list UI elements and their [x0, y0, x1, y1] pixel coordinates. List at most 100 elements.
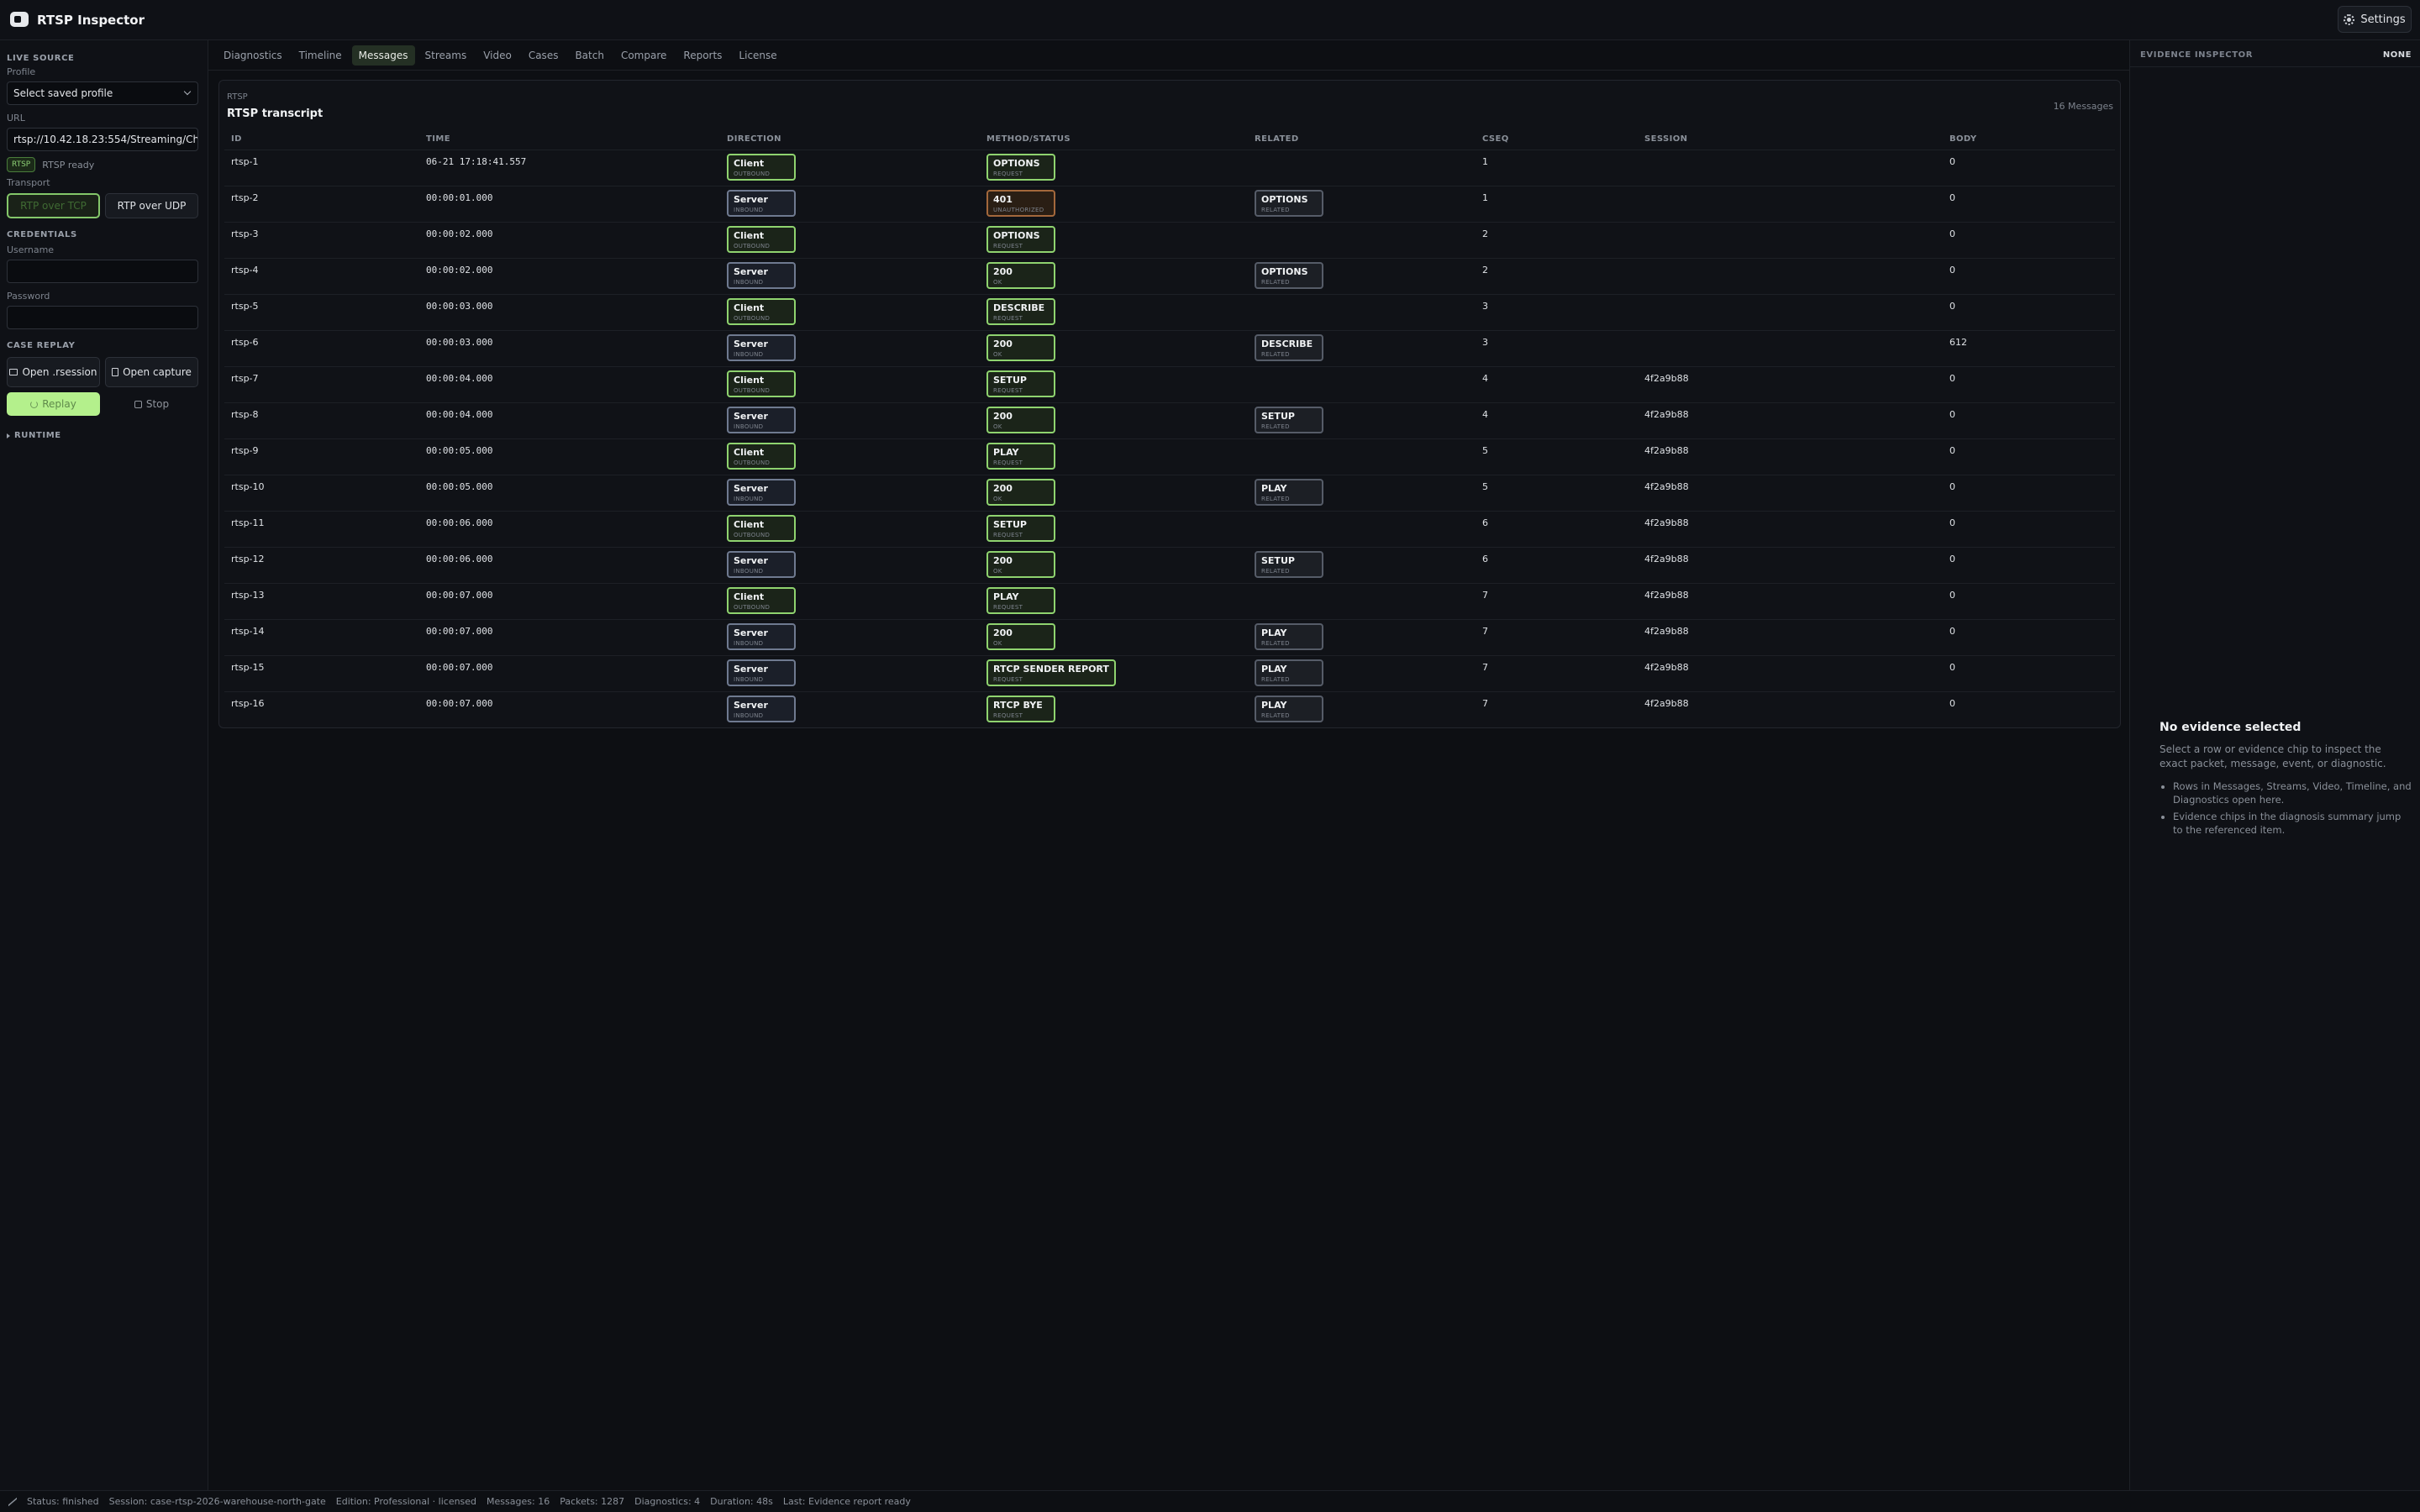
column-header-related[interactable]: RELATED: [1255, 134, 1299, 144]
username-field[interactable]: [7, 260, 198, 283]
method-status-chip[interactable]: OPTIONS REQUEST: [986, 226, 1055, 253]
related-chip[interactable]: SETUP RELATED: [1255, 551, 1323, 578]
method-status-chip[interactable]: 200 OK: [986, 623, 1055, 650]
password-field[interactable]: [7, 306, 198, 329]
transport-tcp-button[interactable]: RTP over TCP: [7, 193, 100, 218]
table-row[interactable]: rtsp-4 00:00:02.000 Server INBOUND 200 OK OPTI…: [224, 258, 2115, 294]
method-status-chip[interactable]: PLAY REQUEST: [986, 587, 1055, 614]
method-status-chip[interactable]: PLAY REQUEST: [986, 443, 1055, 470]
stop-button[interactable]: Stop: [105, 392, 198, 416]
related-chip[interactable]: SETUP RELATED: [1255, 407, 1323, 433]
direction-chip[interactable]: Server INBOUND: [727, 190, 796, 217]
method-status-chip[interactable]: 200 OK: [986, 334, 1055, 361]
column-header-method-status[interactable]: METHOD/STATUS: [986, 134, 1071, 144]
direction-chip[interactable]: Server INBOUND: [727, 623, 796, 650]
tab-diagnostics[interactable]: Diagnostics: [217, 45, 289, 66]
table-row[interactable]: rtsp-8 00:00:04.000 Server INBOUND 200 OK SETU…: [224, 402, 2115, 438]
table-row[interactable]: rtsp-7 00:00:04.000 Client OUTBOUND SETUP REQ…: [224, 366, 2115, 402]
runtime-toggle[interactable]: RUNTIME: [7, 431, 201, 440]
column-header-time[interactable]: TIME: [426, 134, 450, 144]
table-row[interactable]: rtsp-5 00:00:03.000 Client OUTBOUND DESCRIBE…: [224, 294, 2115, 330]
method-status-chip[interactable]: 401 UNAUTHORIZED: [986, 190, 1055, 217]
column-header-body[interactable]: BODY: [1949, 134, 1977, 144]
method-status-chip[interactable]: 200 OK: [986, 551, 1055, 578]
method-status-chip[interactable]: 200 OK: [986, 479, 1055, 506]
related-chip[interactable]: PLAY RELATED: [1255, 479, 1323, 506]
related-chip[interactable]: PLAY RELATED: [1255, 623, 1323, 650]
table-row[interactable]: rtsp-2 00:00:01.000 Server INBOUND 401 UNAUTH…: [224, 186, 2115, 222]
method-status-label: 200: [993, 339, 1013, 349]
row-session: 4f2a9b88: [1644, 698, 1689, 709]
transport-udp-button[interactable]: RTP over UDP: [105, 193, 198, 218]
table-row[interactable]: rtsp-14 00:00:07.000 Server INBOUND 200 OK PLA…: [224, 619, 2115, 655]
table-row[interactable]: rtsp-1 06-21 17:18:41.557 Client OUTBOUND OP…: [224, 150, 2115, 186]
direction-chip[interactable]: Server INBOUND: [727, 334, 796, 361]
direction-chip[interactable]: Client OUTBOUND: [727, 587, 796, 614]
direction-chip[interactable]: Client OUTBOUND: [727, 226, 796, 253]
method-status-chip[interactable]: RTCP BYE REQUEST: [986, 696, 1055, 722]
direction-label: Client: [734, 230, 765, 241]
direction-chip[interactable]: Client OUTBOUND: [727, 298, 796, 325]
method-status-chip[interactable]: DESCRIBE REQUEST: [986, 298, 1055, 325]
direction-chip[interactable]: Client OUTBOUND: [727, 443, 796, 470]
table-row[interactable]: rtsp-10 00:00:05.000 Server INBOUND 200 OK PLA…: [224, 475, 2115, 511]
related-chip[interactable]: PLAY RELATED: [1255, 659, 1323, 686]
tab-compare[interactable]: Compare: [614, 45, 673, 66]
tab-messages[interactable]: Messages: [351, 45, 415, 66]
edition-text: Edition: Professional · licensed: [335, 1496, 477, 1507]
method-status-chip[interactable]: RTCP SENDER REPORT REQUEST: [986, 659, 1116, 686]
open-capture-button[interactable]: Open capture: [105, 357, 198, 387]
table-row[interactable]: rtsp-3 00:00:02.000 Client OUTBOUND OPTIONS R…: [224, 222, 2115, 258]
direction-sub: INBOUND: [734, 207, 764, 213]
replay-button[interactable]: Replay: [7, 392, 100, 416]
direction-chip[interactable]: Client OUTBOUND: [727, 515, 796, 542]
method-status-chip[interactable]: SETUP REQUEST: [986, 370, 1055, 397]
column-header-session[interactable]: SESSION: [1644, 134, 1687, 144]
direction-chip[interactable]: Server INBOUND: [727, 659, 796, 686]
table-row[interactable]: rtsp-6 00:00:03.000 Server INBOUND 200 OK DESC…: [224, 330, 2115, 366]
related-chip[interactable]: OPTIONS RELATED: [1255, 190, 1323, 217]
direction-chip[interactable]: Server INBOUND: [727, 696, 796, 722]
table-row[interactable]: rtsp-16 00:00:07.000 Server INBOUND RTCP BYE…: [224, 691, 2115, 727]
related-chip[interactable]: DESCRIBE RELATED: [1255, 334, 1323, 361]
tab-timeline[interactable]: Timeline: [292, 45, 349, 66]
tab-cases[interactable]: Cases: [522, 45, 566, 66]
direction-chip[interactable]: Server INBOUND: [727, 262, 796, 289]
direction-chip[interactable]: Client OUTBOUND: [727, 154, 796, 181]
tab-batch[interactable]: Batch: [568, 45, 611, 66]
method-status-chip[interactable]: OPTIONS REQUEST: [986, 154, 1055, 181]
method-status-chip[interactable]: SETUP REQUEST: [986, 515, 1055, 542]
direction-chip[interactable]: Server INBOUND: [727, 479, 796, 506]
tab-reports[interactable]: Reports: [676, 45, 729, 66]
column-header-id[interactable]: ID: [231, 134, 242, 144]
direction-sub: INBOUND: [734, 423, 764, 430]
row-body-length: 0: [1949, 301, 1955, 312]
table-row[interactable]: rtsp-11 00:00:06.000 Client OUTBOUND SETUP RE…: [224, 511, 2115, 547]
related-chip[interactable]: PLAY RELATED: [1255, 696, 1323, 722]
related-chip[interactable]: OPTIONS RELATED: [1255, 262, 1323, 289]
tab-license[interactable]: License: [732, 45, 783, 66]
column-header-direction[interactable]: DIRECTION: [727, 134, 781, 144]
tab-video[interactable]: Video: [476, 45, 518, 66]
settings-button[interactable]: Settings: [2338, 6, 2412, 33]
table-row[interactable]: rtsp-9 00:00:05.000 Client OUTBOUND PLAY REQU…: [224, 438, 2115, 475]
table-row[interactable]: rtsp-12 00:00:06.000 Server INBOUND 200 OK SET…: [224, 547, 2115, 583]
direction-chip[interactable]: Server INBOUND: [727, 551, 796, 578]
column-header-cseq[interactable]: CSEQ: [1482, 134, 1509, 144]
inspector-state: NONE: [2382, 50, 2412, 60]
direction-chip[interactable]: Client OUTBOUND: [727, 370, 796, 397]
direction-sub: OUTBOUND: [734, 459, 771, 466]
method-status-chip[interactable]: 200 OK: [986, 407, 1055, 433]
direction-chip[interactable]: Server INBOUND: [727, 407, 796, 433]
profile-select[interactable]: Select saved profile: [7, 81, 198, 105]
method-status-chip[interactable]: 200 OK: [986, 262, 1055, 289]
open-session-button[interactable]: Open .rsession: [7, 357, 100, 387]
url-input[interactable]: rtsp://10.42.18.23:554/Streaming/Cha: [7, 128, 198, 151]
related-sub: RELATED: [1261, 676, 1290, 683]
row-time: 00:00:04.000: [426, 409, 493, 420]
table-row[interactable]: rtsp-13 00:00:07.000 Client OUTBOUND PLAY REQ…: [224, 583, 2115, 619]
tab-streams[interactable]: Streams: [418, 45, 474, 66]
password-label: Password: [7, 291, 50, 302]
stop-label: Stop: [145, 398, 170, 410]
table-row[interactable]: rtsp-15 00:00:07.000 Server INBOUND RTCP SEN…: [224, 655, 2115, 691]
